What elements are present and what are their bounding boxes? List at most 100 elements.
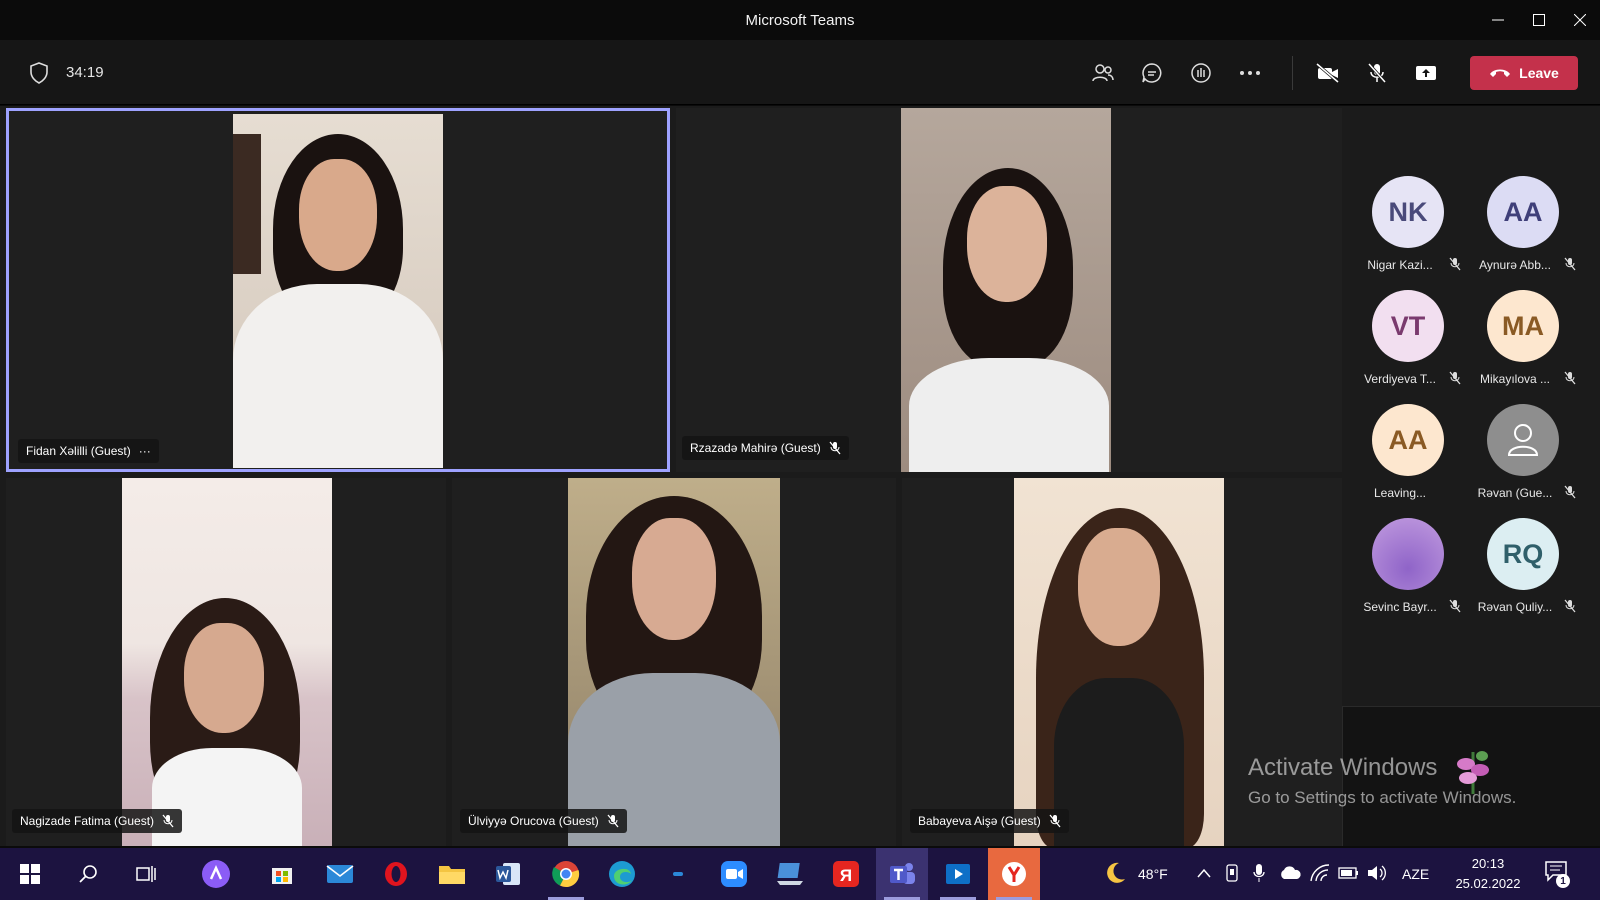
opera-button[interactable]	[370, 848, 422, 900]
start-button[interactable]	[4, 848, 56, 900]
folder-icon	[439, 866, 465, 884]
participant-video	[1014, 478, 1224, 846]
microphone-icon[interactable]	[1252, 863, 1266, 883]
meeting-toolbar: 34:19 Leave	[0, 40, 1600, 105]
system-clock[interactable]: 20:13 25.02.2022	[1448, 854, 1528, 894]
participant-name: Rəvan Quliy...	[1477, 600, 1553, 614]
roster-participant[interactable]: NK Nigar Kazi...	[1352, 176, 1464, 286]
video-tile[interactable]: Nagizade Fatima (Guest)	[6, 478, 446, 846]
shield-icon	[30, 62, 48, 84]
participant-video	[901, 108, 1111, 472]
avatar: NK	[1372, 176, 1444, 248]
mic-toggle-button[interactable]	[1361, 57, 1393, 89]
input-language[interactable]: AZE	[1402, 848, 1429, 900]
mic-muted-icon	[162, 814, 174, 828]
edge-button[interactable]	[596, 848, 648, 900]
chat-icon	[1142, 63, 1162, 83]
video-stage: Fidan Xəlilli (Guest) ··· Rzazadə Mahirə…	[0, 106, 1600, 846]
maximize-icon	[1532, 14, 1545, 26]
leave-button[interactable]: Leave	[1470, 56, 1578, 90]
participant-name: Verdiyeva T...	[1364, 372, 1436, 386]
store-button[interactable]	[256, 848, 308, 900]
chrome-button[interactable]	[540, 848, 592, 900]
participant-name: Nagizade Fatima (Guest)	[20, 814, 155, 828]
mic-muted-icon	[1449, 599, 1461, 613]
roster-participant[interactable]: MA Mikayılova ...	[1467, 290, 1579, 400]
roster-participant[interactable]: Sevinc Bayr...	[1352, 518, 1464, 628]
camera-toggle-button[interactable]	[1312, 57, 1344, 89]
participant-video	[233, 114, 443, 468]
participant-name: Rzazadə Mahirə (Guest)	[690, 441, 821, 455]
yandex-button[interactable]	[988, 848, 1040, 900]
mic-muted-icon	[1564, 485, 1576, 499]
close-window-button[interactable]	[1559, 0, 1600, 40]
leave-label: Leave	[1519, 65, 1559, 81]
device-icon[interactable]	[1224, 864, 1240, 882]
participant-name: Babayeva Aişə (Guest)	[918, 814, 1041, 828]
more-options-icon[interactable]: ···	[139, 444, 151, 458]
chrome-icon	[552, 861, 580, 888]
participant-name: Ülviyyə Orucova (Guest)	[468, 814, 599, 828]
reactions-button[interactable]	[1185, 57, 1217, 89]
roster-participant[interactable]: VT Verdiyeva T...	[1352, 290, 1464, 400]
participant-name: Fidan Xəlilli (Guest)	[26, 444, 131, 458]
battery-icon[interactable]	[1338, 866, 1360, 880]
notifications-button[interactable]: 1	[1544, 860, 1570, 888]
participant-name-tag: Nagizade Fatima (Guest)	[12, 809, 183, 833]
yandex-y-icon	[1002, 862, 1026, 886]
chevron-up-icon[interactable]	[1196, 867, 1212, 879]
minimize-icon	[1491, 19, 1504, 21]
toolbar-divider	[1292, 56, 1293, 90]
participant-name: Aynurə Abb...	[1479, 258, 1551, 272]
participant-video	[568, 478, 780, 846]
alice-assistant-button[interactable]	[190, 848, 242, 900]
zoom-icon	[721, 861, 747, 887]
participant-name: Nigar Kazi...	[1367, 258, 1433, 272]
participant-name: Leaving...	[1373, 486, 1427, 500]
weather-temperature[interactable]: 48°F	[1138, 848, 1168, 900]
mic-muted-icon	[1049, 814, 1061, 828]
maximize-button[interactable]	[1518, 0, 1559, 40]
minimize-button[interactable]	[1477, 0, 1518, 40]
more-actions-button[interactable]	[1234, 57, 1266, 89]
search-button[interactable]	[62, 848, 114, 900]
roster-participant[interactable]: Rəvan (Gue...	[1467, 404, 1579, 514]
roster-participant[interactable]: RQ Rəvan Quliy...	[1467, 518, 1579, 628]
laptop-app-button[interactable]	[764, 848, 816, 900]
video-tile[interactable]: Ülviyyə Orucova (Guest)	[452, 478, 896, 846]
yandex-browser-button[interactable]: Я	[820, 848, 872, 900]
file-explorer-button[interactable]	[426, 848, 478, 900]
share-icon	[1416, 66, 1436, 80]
title-bar: Microsoft Teams	[0, 0, 1600, 40]
participants-button[interactable]	[1087, 57, 1119, 89]
chat-button[interactable]	[1136, 57, 1168, 89]
roster-participant[interactable]: AA Leaving...	[1352, 404, 1464, 514]
word-icon	[496, 863, 520, 885]
roster-participant[interactable]: AA Aynurə Abb...	[1467, 176, 1579, 286]
phone-hangup-icon	[1490, 69, 1511, 77]
participant-video	[122, 478, 332, 846]
cloud-icon[interactable]	[1278, 866, 1302, 880]
teams-button[interactable]	[876, 848, 928, 900]
wifi-icon[interactable]	[1310, 864, 1330, 882]
share-screen-button[interactable]	[1410, 57, 1442, 89]
window-controls	[1477, 0, 1600, 40]
word-button[interactable]	[482, 848, 534, 900]
svg-text:Я: Я	[840, 866, 852, 885]
mic-muted-icon	[1564, 599, 1576, 613]
small-app-button[interactable]	[652, 848, 704, 900]
avatar: RQ	[1487, 518, 1559, 590]
flower-icon	[1457, 751, 1489, 794]
mail-button[interactable]	[314, 848, 366, 900]
moon-weather-icon	[1107, 862, 1125, 883]
app-icon	[673, 872, 683, 876]
video-tile[interactable]: Fidan Xəlilli (Guest) ···	[6, 108, 670, 472]
store-icon	[272, 868, 292, 884]
video-player-button[interactable]	[932, 848, 984, 900]
clock-date: 25.02.2022	[1455, 876, 1521, 891]
video-tile[interactable]: Rzazadə Mahirə (Guest)	[676, 108, 1342, 472]
task-view-button[interactable]	[120, 848, 172, 900]
zoom-button[interactable]	[708, 848, 760, 900]
video-player-icon	[946, 864, 970, 884]
volume-icon[interactable]	[1366, 864, 1386, 882]
